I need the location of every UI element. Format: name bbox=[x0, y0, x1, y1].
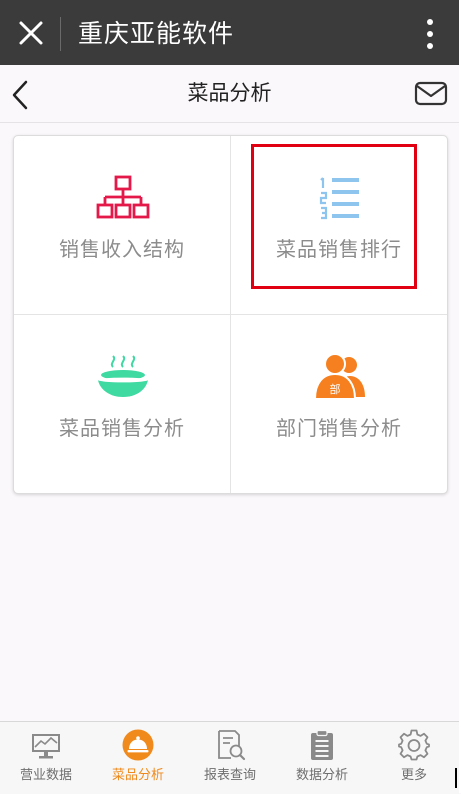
menu-item-department-sales-analysis[interactable]: 部 部门销售分析 bbox=[231, 315, 447, 493]
dish-bowl-icon bbox=[98, 355, 148, 397]
bottom-tab-bar: 营业数据 菜品分析 报表查询 数据分析 更多 bbox=[0, 721, 459, 794]
gear-icon bbox=[398, 729, 430, 761]
menu-item-label: 销售收入结构 bbox=[59, 237, 185, 261]
tab-label: 更多 bbox=[400, 768, 427, 783]
department-people-icon: 部 bbox=[313, 353, 365, 400]
org-chart-icon bbox=[96, 175, 150, 219]
tab-label: 营业数据 bbox=[19, 768, 72, 783]
report-search-icon bbox=[218, 730, 246, 761]
tab-dish-analysis[interactable]: 菜品分析 bbox=[92, 722, 184, 794]
clipboard-icon bbox=[311, 729, 333, 760]
page-title: 菜品分析 bbox=[187, 81, 272, 105]
tab-business-data[interactable]: 营业数据 bbox=[0, 722, 92, 794]
menu-item-label: 部门销售分析 bbox=[276, 416, 402, 440]
menu-item-sales-revenue-structure[interactable]: 销售收入结构 bbox=[14, 136, 230, 314]
tab-data-analysis[interactable]: 数据分析 bbox=[276, 722, 368, 794]
tab-more[interactable]: 更多 bbox=[368, 722, 460, 794]
tab-report-query[interactable]: 报表查询 bbox=[184, 722, 276, 794]
text-cursor bbox=[455, 768, 457, 788]
title-separator bbox=[60, 17, 61, 51]
page-header: 菜品分析 bbox=[0, 65, 459, 123]
app-title: 重庆亚能软件 bbox=[78, 19, 235, 48]
close-icon[interactable] bbox=[16, 18, 46, 48]
tab-label: 菜品分析 bbox=[111, 768, 164, 783]
mail-icon[interactable] bbox=[414, 80, 448, 108]
department-badge-text: 部 bbox=[330, 382, 341, 396]
monitor-chart-icon bbox=[32, 734, 60, 759]
menu-item-dish-sales-analysis[interactable]: 菜品销售分析 bbox=[14, 315, 230, 493]
tab-label: 报表查询 bbox=[203, 768, 256, 783]
highlight-box bbox=[251, 144, 417, 289]
menu-item-label: 菜品销售分析 bbox=[59, 416, 185, 440]
tab-label: 数据分析 bbox=[295, 768, 348, 783]
more-options-icon[interactable] bbox=[415, 17, 445, 51]
app-title-bar: 重庆亚能软件 bbox=[0, 0, 459, 65]
dish-cover-icon bbox=[122, 729, 154, 761]
